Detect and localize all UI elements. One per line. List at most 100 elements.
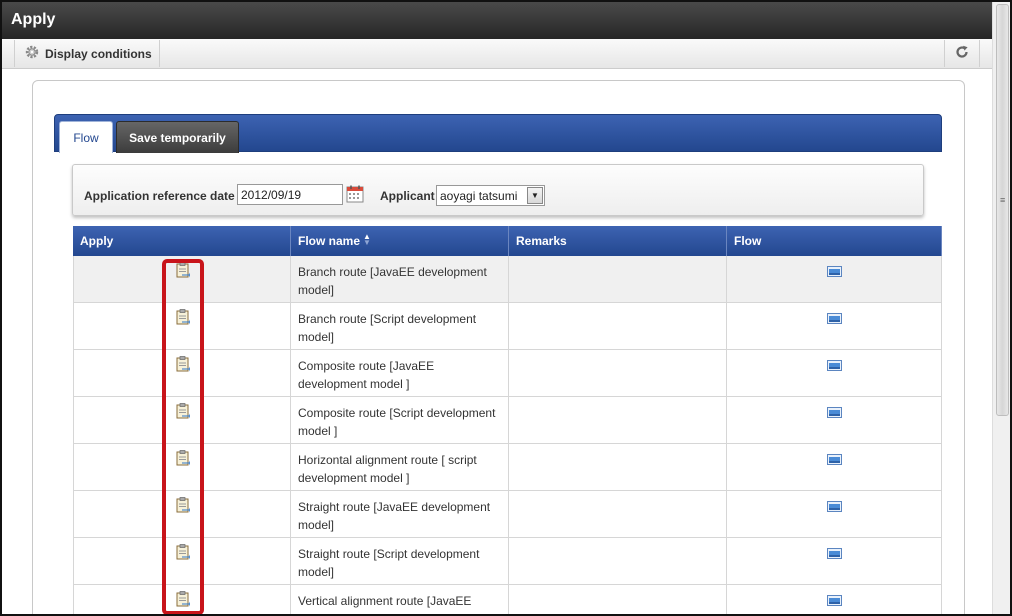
table-row[interactable]: Composite route [JavaEE development model… [73, 350, 942, 397]
flow-cell [727, 303, 942, 349]
refresh-button[interactable] [944, 40, 980, 67]
sort-icon[interactable]: ▲ ▼ [363, 233, 371, 247]
applicant-label: Applicant [380, 189, 435, 203]
calendar-icon[interactable] [346, 185, 364, 206]
column-header-remarks: Remarks [509, 226, 727, 256]
flow-name-line: Straight route [Script development [298, 547, 480, 561]
flow-cell [727, 350, 942, 396]
flow-name-line: Branch route [JavaEE development [298, 265, 487, 279]
flow-name-line: Branch route [Script development [298, 312, 477, 326]
apply-cell [73, 491, 291, 537]
tab-save-temporarily[interactable]: Save temporarily [116, 121, 239, 153]
application-window: Apply Display conditions ≡ Flow Save tem… [0, 0, 1012, 616]
flow-name-line: Horizontal alignment route [ script [298, 453, 477, 467]
flow-table: Apply Flow name ▲ ▼ Remarks Flow Branch ro… [73, 226, 942, 614]
flow-name-line: development model ] [298, 471, 410, 485]
apply-clipboard-icon[interactable] [176, 403, 190, 422]
refresh-icon [955, 45, 969, 62]
table-row[interactable]: Composite route [Script development model… [73, 397, 942, 444]
flow-name-cell: Vertical alignment route [JavaEE developm… [291, 585, 509, 614]
display-conditions-button[interactable]: Display conditions [14, 40, 160, 67]
flow-name-line: Composite route [JavaEE [298, 359, 435, 373]
apply-cell [73, 538, 291, 584]
apply-clipboard-icon[interactable] [176, 262, 190, 281]
flow-name-cell: Composite route [JavaEE development model… [291, 350, 509, 396]
applicant-selected-value: aoyagi tatsumi [440, 188, 518, 203]
flow-name-cell: Straight route [Script development model] [291, 538, 509, 584]
remarks-cell [509, 256, 727, 302]
flow-name-line: model ] [298, 424, 338, 438]
applicant-select[interactable]: aoyagi tatsumi ▼ [436, 185, 545, 206]
apply-clipboard-icon[interactable] [176, 544, 190, 563]
remarks-cell [509, 491, 727, 537]
flow-name-line: development model ] [298, 377, 410, 391]
flow-diagram-icon[interactable] [827, 360, 842, 374]
remarks-cell [509, 538, 727, 584]
toolbar: Display conditions [2, 39, 992, 69]
flow-name-line: model] [298, 565, 335, 579]
column-header-flow: Flow [727, 226, 942, 256]
remarks-cell [509, 585, 727, 614]
tab-flow[interactable]: Flow [59, 121, 113, 153]
flow-diagram-icon[interactable] [827, 548, 842, 562]
flow-cell [727, 538, 942, 584]
remarks-cell [509, 350, 727, 396]
table-row[interactable]: Vertical alignment route [JavaEE developm… [73, 585, 942, 614]
display-conditions-label: Display conditions [45, 46, 152, 61]
tab-bar: Flow Save temporarily [54, 114, 942, 153]
apply-clipboard-icon[interactable] [176, 591, 190, 610]
flow-cell [727, 256, 942, 302]
apply-clipboard-icon[interactable] [176, 450, 190, 469]
title-bar: Apply [2, 2, 992, 39]
apply-cell [73, 585, 291, 614]
table-row[interactable]: Horizontal alignment route [ script devel… [73, 444, 942, 491]
flow-name-cell: Straight route [JavaEE development model] [291, 491, 509, 537]
flow-diagram-icon[interactable] [827, 266, 842, 280]
date-label: Application reference date [84, 189, 235, 203]
flow-name-line: Composite route [Script development [298, 406, 496, 420]
apply-clipboard-icon[interactable] [176, 497, 190, 516]
table-row[interactable]: Branch route [JavaEE development model] [73, 256, 942, 303]
chevron-down-icon[interactable]: ▼ [527, 187, 543, 204]
page-title: Apply [11, 11, 56, 28]
flow-diagram-icon[interactable] [827, 454, 842, 468]
reference-date-input[interactable] [237, 184, 343, 205]
table-row[interactable]: Branch route [Script development model] [73, 303, 942, 350]
flow-diagram-icon[interactable] [827, 501, 842, 515]
flow-name-cell: Horizontal alignment route [ script devel… [291, 444, 509, 490]
flow-diagram-icon[interactable] [827, 313, 842, 327]
flow-name-line: Vertical alignment route [JavaEE [298, 594, 472, 608]
apply-cell [73, 397, 291, 443]
apply-clipboard-icon[interactable] [176, 309, 190, 328]
flow-name-line: model] [298, 283, 335, 297]
apply-cell [73, 303, 291, 349]
apply-cell [73, 350, 291, 396]
vertical-scrollbar[interactable]: ≡ [992, 2, 1010, 614]
flow-cell [727, 491, 942, 537]
flow-diagram-icon[interactable] [827, 595, 842, 609]
apply-cell [73, 256, 291, 302]
table-header: Apply Flow name ▲ ▼ Remarks Flow [73, 226, 942, 256]
flow-name-line: model] [298, 330, 335, 344]
remarks-cell [509, 303, 727, 349]
remarks-cell [509, 444, 727, 490]
gear-icon [25, 45, 39, 62]
flow-cell [727, 585, 942, 614]
apply-clipboard-icon[interactable] [176, 356, 190, 375]
flow-name-cell: Composite route [Script development model… [291, 397, 509, 443]
flow-cell [727, 444, 942, 490]
flow-name-line: Straight route [JavaEE development [298, 500, 491, 514]
flow-name-cell: Branch route [JavaEE development model] [291, 256, 509, 302]
table-row[interactable]: Straight route [Script development model] [73, 538, 942, 585]
apply-cell [73, 444, 291, 490]
column-header-flow-name[interactable]: Flow name ▲ ▼ [291, 226, 509, 256]
table-row[interactable]: Straight route [JavaEE development model] [73, 491, 942, 538]
scrollbar-grip-icon: ≡ [1000, 195, 1006, 205]
remarks-cell [509, 397, 727, 443]
scrollbar-thumb[interactable]: ≡ [996, 4, 1009, 416]
flow-cell [727, 397, 942, 443]
flow-name-cell: Branch route [Script development model] [291, 303, 509, 349]
filter-box: Application reference date Applicant aoy… [72, 164, 924, 216]
flow-name-line: development model] [298, 612, 406, 614]
flow-diagram-icon[interactable] [827, 407, 842, 421]
